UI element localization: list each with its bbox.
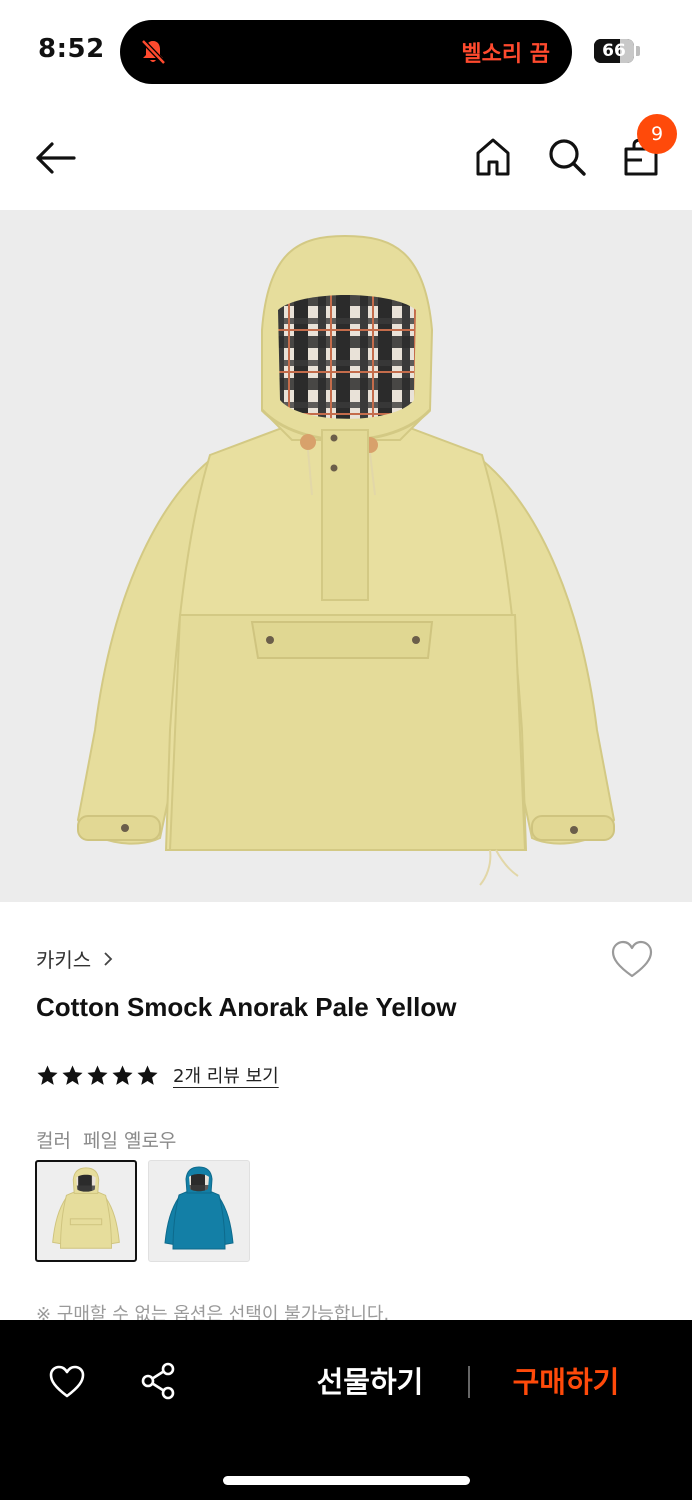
chevron-right-icon <box>104 951 113 966</box>
star-icon <box>62 1064 83 1085</box>
home-indicator <box>223 1476 470 1485</box>
color-swatch-pale-yellow[interactable] <box>35 1160 137 1262</box>
arrow-left-icon[interactable] <box>34 136 78 180</box>
battery-icon: 66 <box>594 39 634 63</box>
star-icon <box>87 1064 108 1085</box>
silent-mode-label: 벨소리 끔 <box>461 42 550 67</box>
color-label: 컬러 <box>36 1130 71 1152</box>
star-icon <box>137 1064 158 1085</box>
star-rating <box>36 1064 159 1087</box>
anorak-illustration <box>76 234 616 886</box>
product-image[interactable] <box>0 210 692 902</box>
battery-cap <box>636 46 640 56</box>
color-swatch-teal[interactable] <box>148 1160 250 1262</box>
wishlist-heart-icon[interactable] <box>610 940 654 980</box>
status-time: 8:52 <box>38 34 105 64</box>
product-title: Cotton Smock Anorak Pale Yellow <box>36 992 457 1022</box>
brand-name: 카키스 <box>36 948 92 972</box>
swatch-thumbnail <box>164 1166 234 1250</box>
star-icon <box>112 1064 133 1085</box>
search-icon[interactable] <box>546 136 588 178</box>
dynamic-island: 벨소리 끔 <box>120 20 572 84</box>
heart-icon[interactable] <box>48 1364 86 1400</box>
rating-row: 2개 리뷰 보기 <box>36 1062 279 1088</box>
divider <box>468 1366 470 1398</box>
review-link[interactable]: 2개 리뷰 보기 <box>173 1062 279 1088</box>
brand-link[interactable]: 카키스 <box>36 944 115 973</box>
color-option-label: 컬러 페일 옐로우 <box>36 1126 176 1153</box>
battery-percent: 66 <box>602 41 626 61</box>
color-value: 페일 옐로우 <box>82 1130 177 1152</box>
bell-off-icon <box>141 39 166 65</box>
swatch-thumbnail <box>52 1167 120 1249</box>
status-bar: 8:52 벨소리 끔 66 <box>0 0 692 100</box>
bottom-action-bar: 선물하기 구매하기 <box>0 1320 692 1500</box>
share-icon[interactable] <box>140 1362 176 1400</box>
top-nav <box>0 110 692 206</box>
buy-button[interactable]: 구매하기 <box>496 1360 636 1404</box>
gift-button[interactable]: 선물하기 <box>300 1360 440 1404</box>
cart-count-badge: 9 <box>637 114 677 154</box>
star-icon <box>37 1064 58 1085</box>
home-icon[interactable] <box>473 136 513 178</box>
